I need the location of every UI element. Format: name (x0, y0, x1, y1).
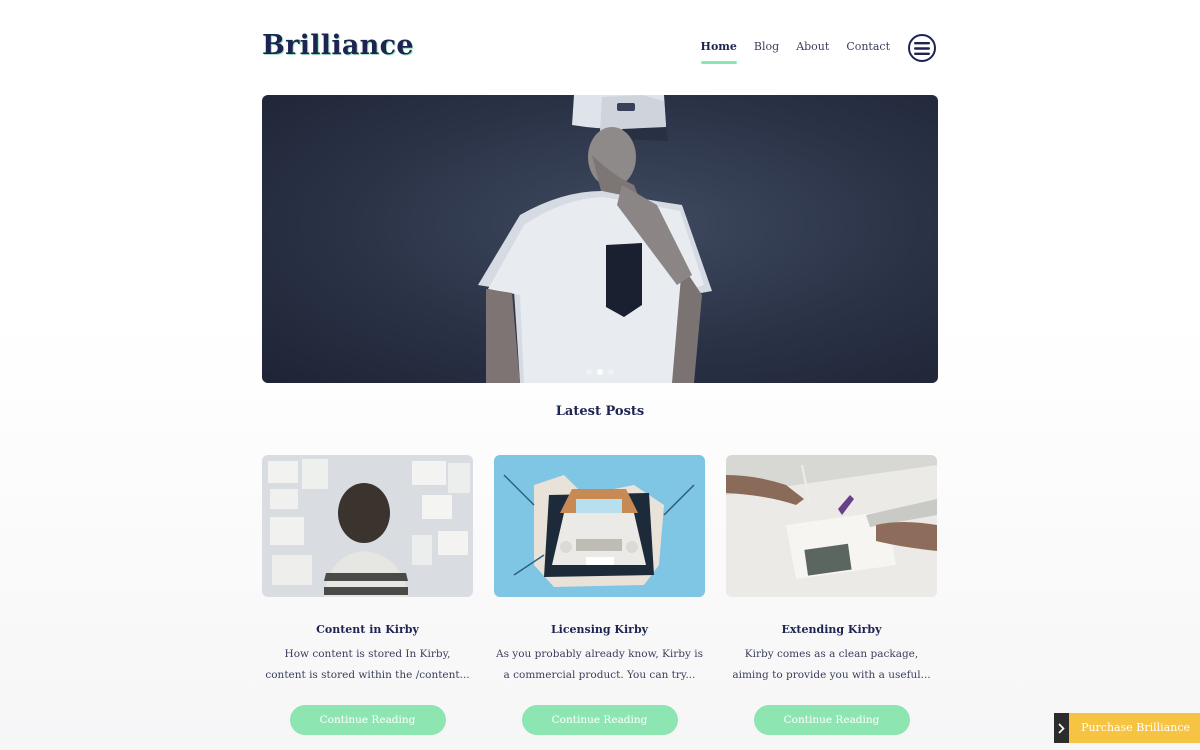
nav-home[interactable]: Home (700, 40, 738, 64)
continue-reading-button[interactable]: Continue Reading (521, 705, 678, 735)
purchase-banner[interactable]: Purchase Brilliance (1054, 713, 1200, 743)
nav-contact[interactable]: Contact (846, 40, 890, 61)
post-excerpt: As you probably already know, Kirby is a… (496, 648, 703, 681)
nav-about[interactable]: About (796, 40, 829, 61)
slider-dot[interactable] (586, 369, 592, 375)
post-thumbnail[interactable] (726, 455, 937, 597)
nav-blog[interactable]: Blog (754, 40, 779, 61)
post-title[interactable]: Licensing Kirby (494, 623, 705, 636)
site-header: Brilliance Home Blog About Contact (262, 30, 938, 70)
post-card: Licensing Kirby As you probably already … (494, 455, 705, 735)
post-thumbnail[interactable] (494, 455, 705, 597)
purchase-button[interactable]: Purchase Brilliance (1069, 713, 1200, 743)
hamburger-menu-icon[interactable] (908, 34, 936, 62)
continue-reading-button[interactable]: Continue Reading (753, 705, 910, 735)
site-logo[interactable]: Brilliance (262, 30, 414, 61)
post-excerpt: How content is stored In Kirby, content … (265, 648, 470, 681)
post-title[interactable]: Content in Kirby (262, 623, 473, 636)
hero-image (478, 95, 712, 383)
slider-dot[interactable] (608, 369, 614, 375)
post-card: Extending Kirby Kirby comes as a clean p… (726, 455, 937, 735)
slider-dots (586, 369, 614, 375)
post-title[interactable]: Extending Kirby (726, 623, 937, 636)
post-card: Content in Kirby How content is stored I… (262, 455, 473, 735)
continue-reading-button[interactable]: Continue Reading (289, 705, 446, 735)
hero-slider[interactable] (262, 95, 938, 383)
chevron-right-icon[interactable] (1054, 713, 1070, 743)
slider-dot-active[interactable] (597, 369, 603, 375)
post-thumbnail[interactable] (262, 455, 473, 597)
main-nav: Home Blog About Contact (700, 40, 890, 64)
post-excerpt: Kirby comes as a clean package, aiming t… (732, 648, 931, 681)
posts-grid: Content in Kirby How content is stored I… (262, 455, 938, 735)
latest-posts-heading: Latest Posts (555, 404, 645, 419)
